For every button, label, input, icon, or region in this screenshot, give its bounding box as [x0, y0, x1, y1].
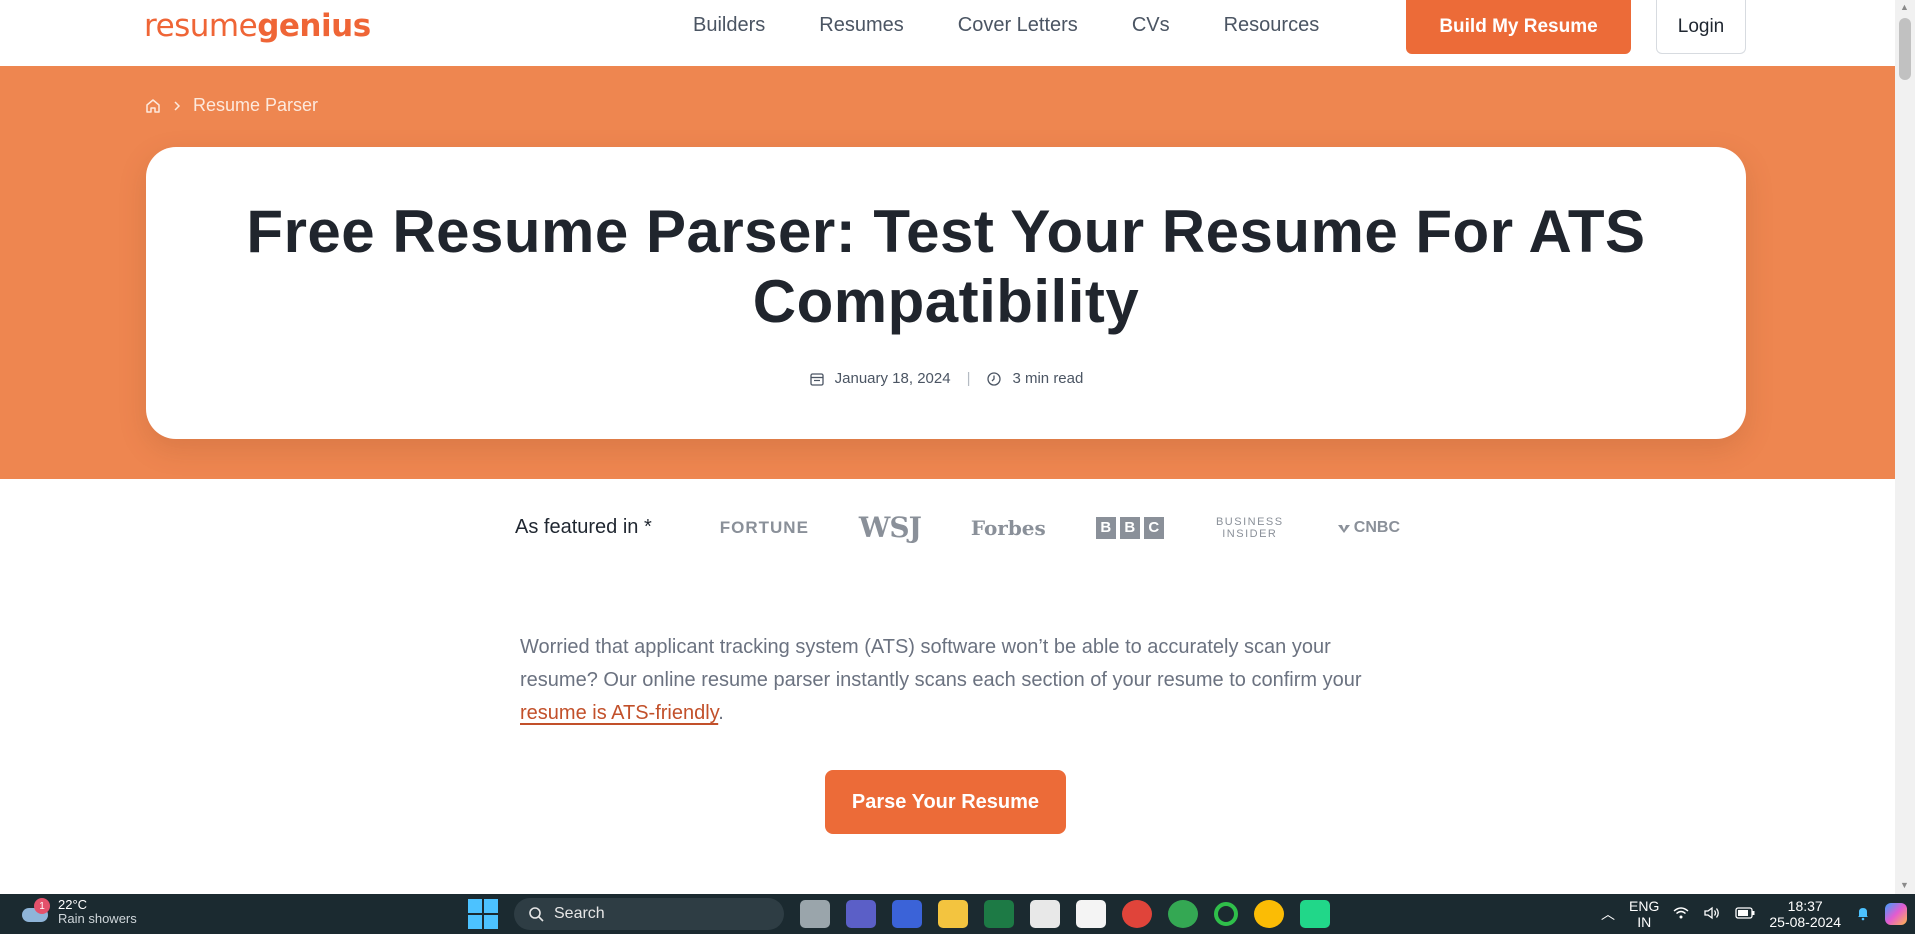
chevron-up-icon[interactable]: ︿ [1601, 904, 1615, 924]
featured-in-strip: As featured in * FORTUNE WSJ Forbes BBC … [515, 505, 1400, 550]
wsj-logo: WSJ [858, 511, 922, 544]
breadcrumb-current: Resume Parser [193, 95, 319, 115]
login-button[interactable]: Login [1656, 0, 1746, 54]
excel-icon[interactable] [984, 900, 1014, 928]
volume-icon[interactable] [1703, 906, 1721, 923]
resumegenius-logo[interactable]: resumegenius [144, 8, 371, 44]
article-meta: January 18, 2024 | 3 min read [146, 370, 1746, 387]
cnbc-logo: CNBC [1336, 519, 1400, 537]
pycharm-icon[interactable] [1300, 900, 1330, 928]
snipping-tool-icon[interactable] [1030, 900, 1060, 928]
ats-friendly-link[interactable]: resume is ATS-friendly [520, 702, 718, 724]
loading-app-icon[interactable] [1214, 902, 1238, 926]
language-indicator[interactable]: ENG IN [1629, 898, 1659, 930]
system-clock[interactable]: 18:37 25-08-2024 [1769, 898, 1841, 930]
system-tray: ︿ ENG IN 18:37 25-08-2024 [1601, 894, 1907, 934]
weather-temp: 22°C [58, 897, 88, 912]
search-icon [529, 907, 544, 922]
chrome-icon[interactable] [1122, 900, 1152, 928]
bbc-logo: BBC [1095, 516, 1164, 539]
main-nav: Builders Resumes Cover Letters CVs Resou… [693, 14, 1346, 36]
wifi-icon[interactable] [1673, 906, 1689, 923]
parse-your-resume-button[interactable]: Parse Your Resume [825, 770, 1066, 834]
file-explorer-icon[interactable] [938, 900, 968, 928]
build-my-resume-button[interactable]: Build My Resume [1406, 0, 1631, 54]
read-time: 3 min read [1012, 370, 1084, 387]
nav-cvs[interactable]: CVs [1105, 14, 1197, 36]
taskbar-apps: Search [468, 894, 1330, 934]
home-icon[interactable] [145, 98, 161, 114]
featured-label: As featured in * [515, 516, 652, 538]
notification-bell-icon[interactable] [1855, 905, 1871, 924]
fortune-logo: FORTUNE [719, 517, 809, 537]
intro-paragraph: Worried that applicant tracking system (… [520, 636, 1362, 724]
scroll-down-icon[interactable]: ▼ [1900, 880, 1909, 890]
nav-cover-letters[interactable]: Cover Letters [931, 14, 1105, 36]
microsoft-store-icon[interactable] [1076, 900, 1106, 928]
nav-resources[interactable]: Resources [1197, 14, 1347, 36]
hero-section: Resume Parser Free Resume Parser: Test Y… [0, 66, 1895, 479]
weather-icon: 1 [20, 898, 50, 926]
nav-resumes[interactable]: Resumes [792, 14, 930, 36]
battery-icon[interactable] [1735, 906, 1755, 922]
meta-divider: | [966, 370, 971, 387]
site-header: resumegenius Builders Resumes Cover Lett… [0, 0, 1895, 66]
chrome-profile-icon[interactable] [1168, 900, 1198, 928]
breadcrumb: Resume Parser [145, 95, 318, 116]
windows-taskbar: 1 22°C Rain showers Search ︿ ENG IN 18:3… [0, 894, 1915, 934]
clock-icon [986, 371, 1002, 387]
business-insider-logo: BUSINESS INSIDER [1215, 515, 1284, 540]
editor-app-icon[interactable] [892, 900, 922, 928]
teams-icon[interactable] [846, 900, 876, 928]
calendar-icon [809, 371, 825, 387]
taskbar-search[interactable]: Search [514, 898, 784, 930]
weather-widget[interactable]: 1 22°C Rain showers [20, 898, 137, 926]
chevron-right-icon [173, 100, 181, 112]
copilot-icon[interactable] [1885, 903, 1907, 925]
scroll-up-icon[interactable]: ▲ [1900, 2, 1909, 12]
hero-card: Free Resume Parser: Test Your Resume For… [146, 147, 1746, 439]
task-view-icon[interactable] [800, 900, 830, 928]
nav-builders[interactable]: Builders [693, 14, 792, 36]
scroll-thumb[interactable] [1899, 18, 1911, 80]
notification-badge: 1 [34, 898, 50, 914]
publish-date: January 18, 2024 [834, 370, 951, 387]
page-title: Free Resume Parser: Test Your Resume For… [246, 198, 1646, 335]
forbes-logo: Forbes [970, 515, 1046, 540]
weather-condition: Rain showers [58, 911, 137, 926]
page-scrollbar[interactable]: ▲ ▼ [1895, 0, 1915, 894]
windows-start-icon[interactable] [468, 899, 498, 929]
chrome-alt-icon[interactable] [1254, 900, 1284, 928]
